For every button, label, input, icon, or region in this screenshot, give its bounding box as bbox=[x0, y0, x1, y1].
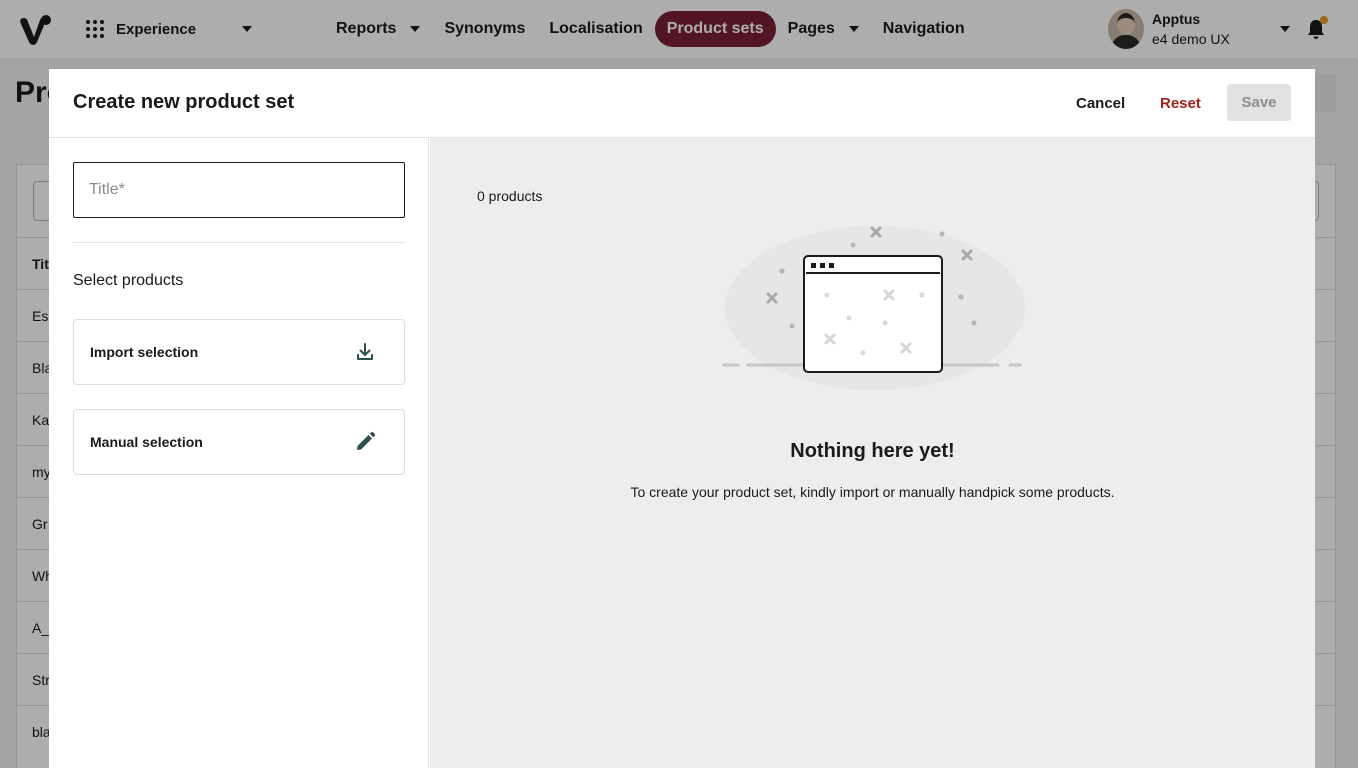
product-count: 0 products bbox=[477, 188, 543, 204]
modal-title: Create new product set bbox=[73, 91, 295, 113]
products-preview-pane: 0 products Nothing here yet! To create y… bbox=[430, 138, 1315, 768]
import-selection-label: Import selection bbox=[90, 344, 199, 360]
import-selection-button[interactable]: Import selection bbox=[73, 319, 405, 385]
divider bbox=[73, 242, 405, 243]
cancel-button[interactable]: Cancel bbox=[1068, 85, 1133, 121]
title-input[interactable] bbox=[73, 162, 405, 218]
download-icon bbox=[357, 343, 373, 360]
pencil-icon bbox=[357, 431, 376, 450]
empty-window-illustration bbox=[722, 226, 1025, 390]
reset-button[interactable]: Reset bbox=[1152, 85, 1209, 121]
product-set-form: Select products Import selection Manual … bbox=[49, 138, 429, 768]
manual-selection-label: Manual selection bbox=[90, 434, 203, 450]
modal-header: Create new product set Cancel Reset Save bbox=[49, 69, 1315, 138]
create-product-set-modal: Create new product set Cancel Reset Save… bbox=[49, 69, 1315, 768]
manual-selection-button[interactable]: Manual selection bbox=[73, 409, 405, 475]
empty-state-title: Nothing here yet! bbox=[790, 440, 955, 462]
select-products-label: Select products bbox=[73, 272, 184, 289]
empty-state-description: To create your product set, kindly impor… bbox=[630, 484, 1115, 500]
save-button[interactable]: Save bbox=[1227, 84, 1291, 121]
